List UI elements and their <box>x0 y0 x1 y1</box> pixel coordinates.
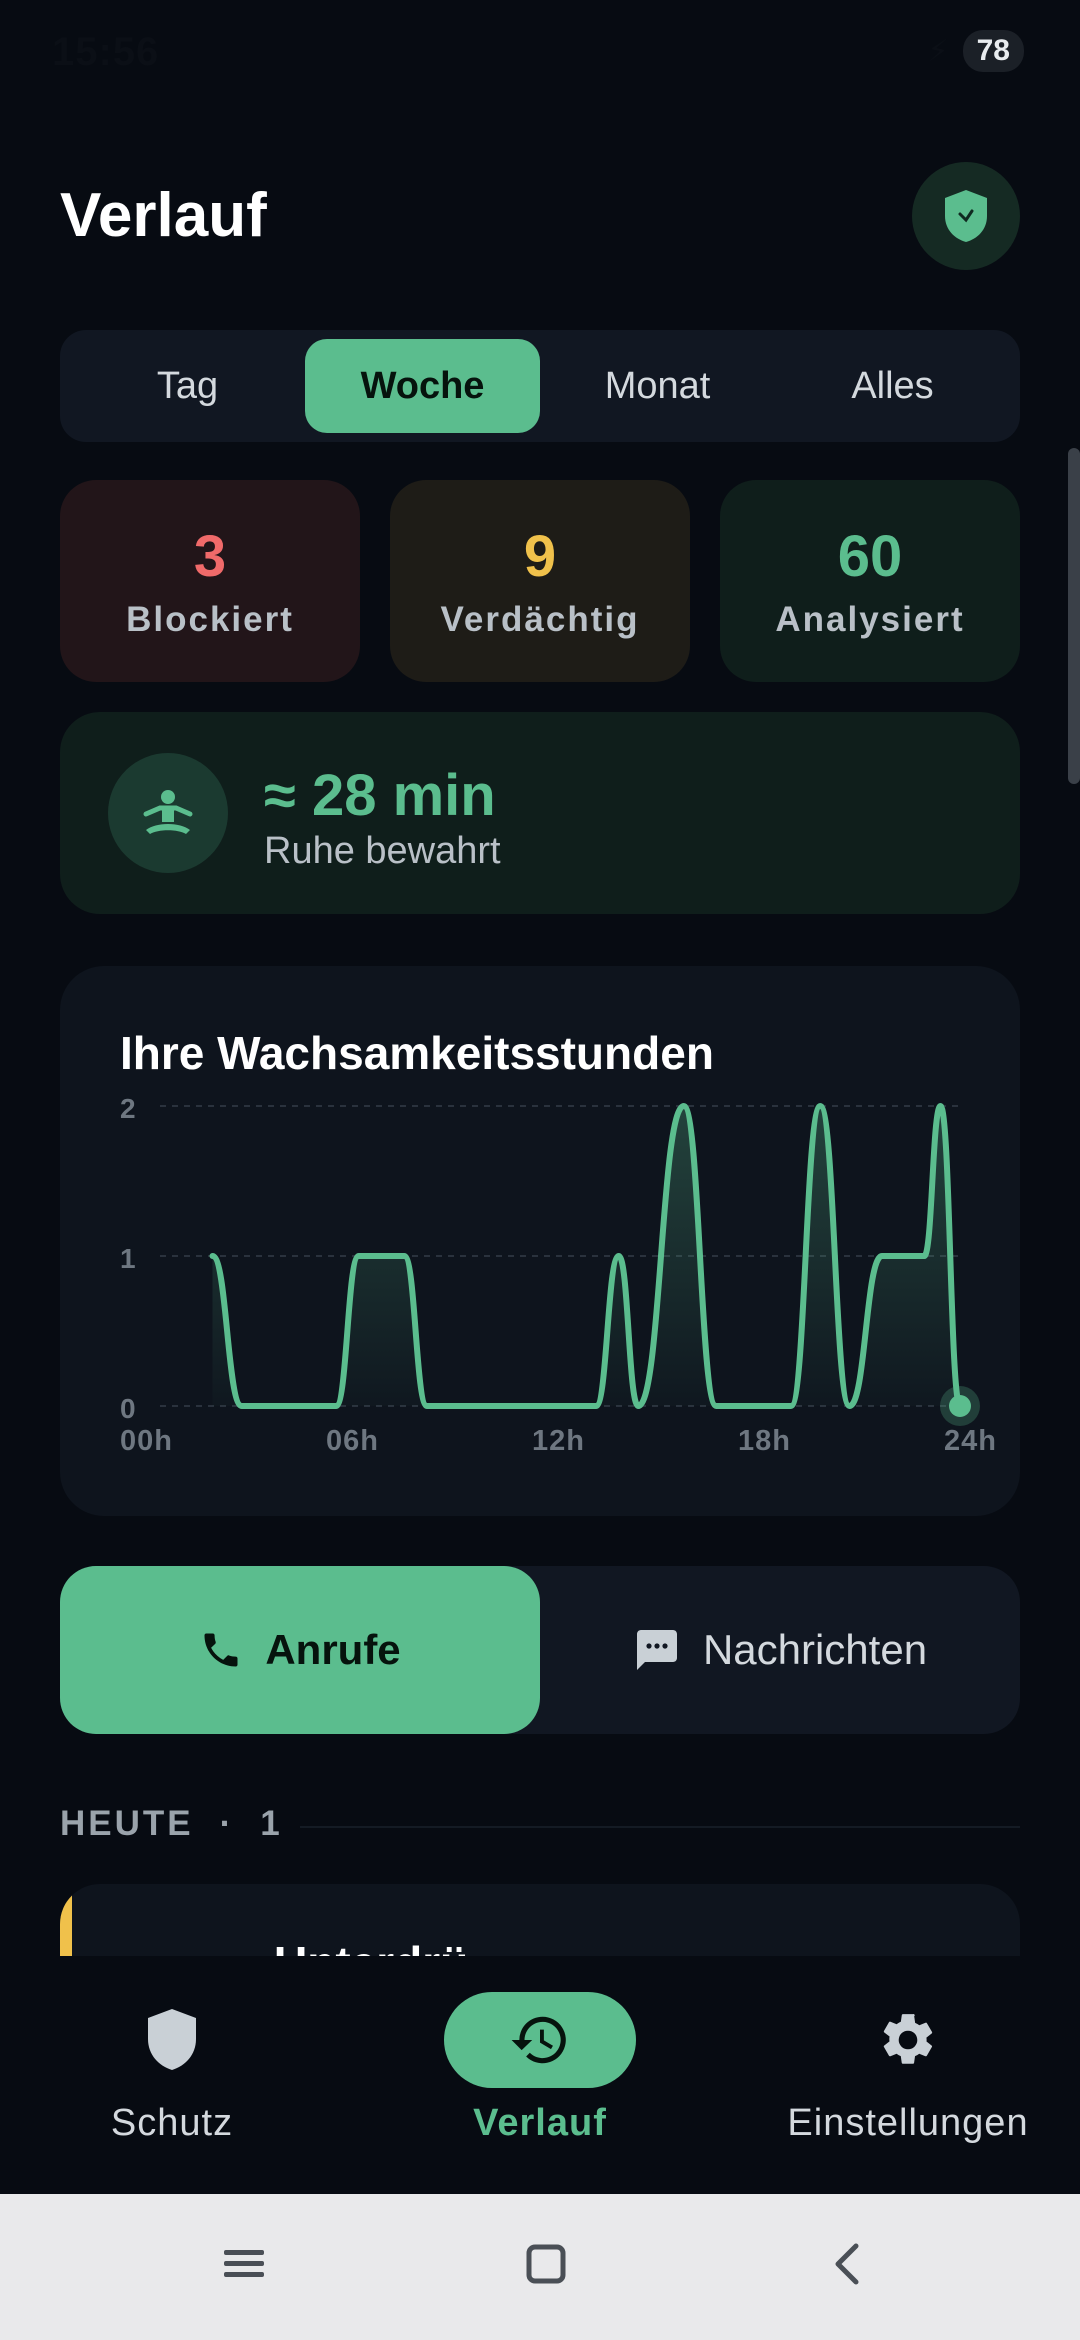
back-icon[interactable] <box>830 2242 866 2286</box>
x-tick-label: 12h <box>532 1425 585 1457</box>
nav-item-einstellungen[interactable]: Einstellungen <box>728 1992 1080 2145</box>
status-bar: 15:56 ⚡ 78 <box>0 0 1080 110</box>
nav-pill-schutz <box>76 1992 268 2088</box>
range-tab-woche[interactable]: Woche <box>305 339 540 433</box>
nav-pill-einstellungen <box>812 1992 1004 2088</box>
status-time: 15:56 <box>52 30 160 74</box>
bottom-navigation: Schutz Verlauf Einstellungen <box>0 1956 1080 2194</box>
section-label: HEUTE <box>60 1804 194 1843</box>
history-icon <box>511 2016 566 2064</box>
stat-blocked-value: 3 <box>193 523 227 589</box>
section-count: 1 <box>260 1804 283 1843</box>
x-tick-label: 00h <box>120 1425 173 1457</box>
system-navigation-bar <box>0 2194 1080 2340</box>
gear-icon <box>883 2014 933 2064</box>
message-icon <box>636 1630 677 1670</box>
y-tick-label: 1 <box>120 1243 136 1274</box>
stat-analyzed-value: 60 <box>837 523 903 589</box>
shield-icon <box>148 2009 196 2070</box>
stat-analyzed-label: Analysiert <box>775 599 965 639</box>
tab-messages[interactable]: Nachrichten <box>540 1566 1020 1734</box>
range-selector: Tag Woche Monat Alles <box>60 330 1020 442</box>
section-header-today: HEUTE · 1 <box>60 1804 283 1844</box>
range-tab-tag[interactable]: Tag <box>70 339 305 433</box>
x-tick-label: 06h <box>326 1425 379 1457</box>
alertness-chart-card: Ihre Wachsamkeitsstunden 0 1 2 00h 06h 12h 18h… <box>60 966 1020 1516</box>
calm-time-label: Ruhe bewahrt <box>264 830 501 872</box>
history-type-tabs: Anrufe Nachrichten <box>60 1566 1020 1734</box>
stat-analyzed[interactable]: 60 Analysiert <box>720 480 1020 682</box>
battery-level: 78 <box>962 30 1024 72</box>
stat-suspicious[interactable]: 9 Verdächtig <box>390 480 690 682</box>
nav-label-einstellungen: Einstellungen <box>787 2102 1029 2144</box>
protection-status-button[interactable] <box>912 162 1020 270</box>
lightning-icon: ⚡ <box>927 34 949 68</box>
stat-blocked-label: Blockiert <box>126 599 294 639</box>
home-icon[interactable] <box>524 2242 568 2286</box>
calm-time-card: ≈ 28 min Ruhe bewahrt <box>60 712 1020 914</box>
scrollbar[interactable] <box>1068 448 1080 784</box>
nav-label-verlauf: Verlauf <box>473 2102 607 2144</box>
nav-label-schutz: Schutz <box>110 2102 234 2144</box>
alertness-chart: 0 1 2 00h 06h 12h 18h 24h <box>120 1093 997 1457</box>
nav-pill-verlauf <box>444 1992 636 2088</box>
x-tick-label: 18h <box>738 1425 791 1457</box>
stat-suspicious-label: Verdächtig <box>440 599 640 639</box>
tab-calls-label: Anrufe <box>265 1626 401 1673</box>
stat-suspicious-value: 9 <box>523 523 557 589</box>
nav-item-schutz[interactable]: Schutz <box>0 1992 352 2145</box>
y-tick-label: 2 <box>120 1093 136 1124</box>
meditation-icon <box>108 753 228 873</box>
y-tick-label: 0 <box>120 1393 136 1424</box>
range-tab-alles[interactable]: Alles <box>775 339 1010 433</box>
tab-calls[interactable]: Anrufe <box>60 1566 540 1734</box>
tab-messages-label: Nachrichten <box>702 1626 928 1673</box>
status-icons: ⚡ 78 <box>928 30 1024 72</box>
endpoint-marker <box>949 1395 971 1417</box>
range-tab-monat[interactable]: Monat <box>540 339 775 433</box>
page-title: Verlauf <box>60 181 267 250</box>
menu-icon[interactable] <box>222 2244 266 2284</box>
shield-check-icon <box>945 190 987 242</box>
section-divider <box>300 1826 1020 1828</box>
x-tick-label: 24h <box>944 1425 997 1457</box>
section-separator: · <box>219 1804 235 1843</box>
stat-blocked[interactable]: 3 Blockiert <box>60 480 360 682</box>
calm-time-value: ≈ 28 min <box>264 763 496 828</box>
nav-item-verlauf[interactable]: Verlauf <box>360 1992 720 2145</box>
phone-icon <box>204 1633 238 1667</box>
